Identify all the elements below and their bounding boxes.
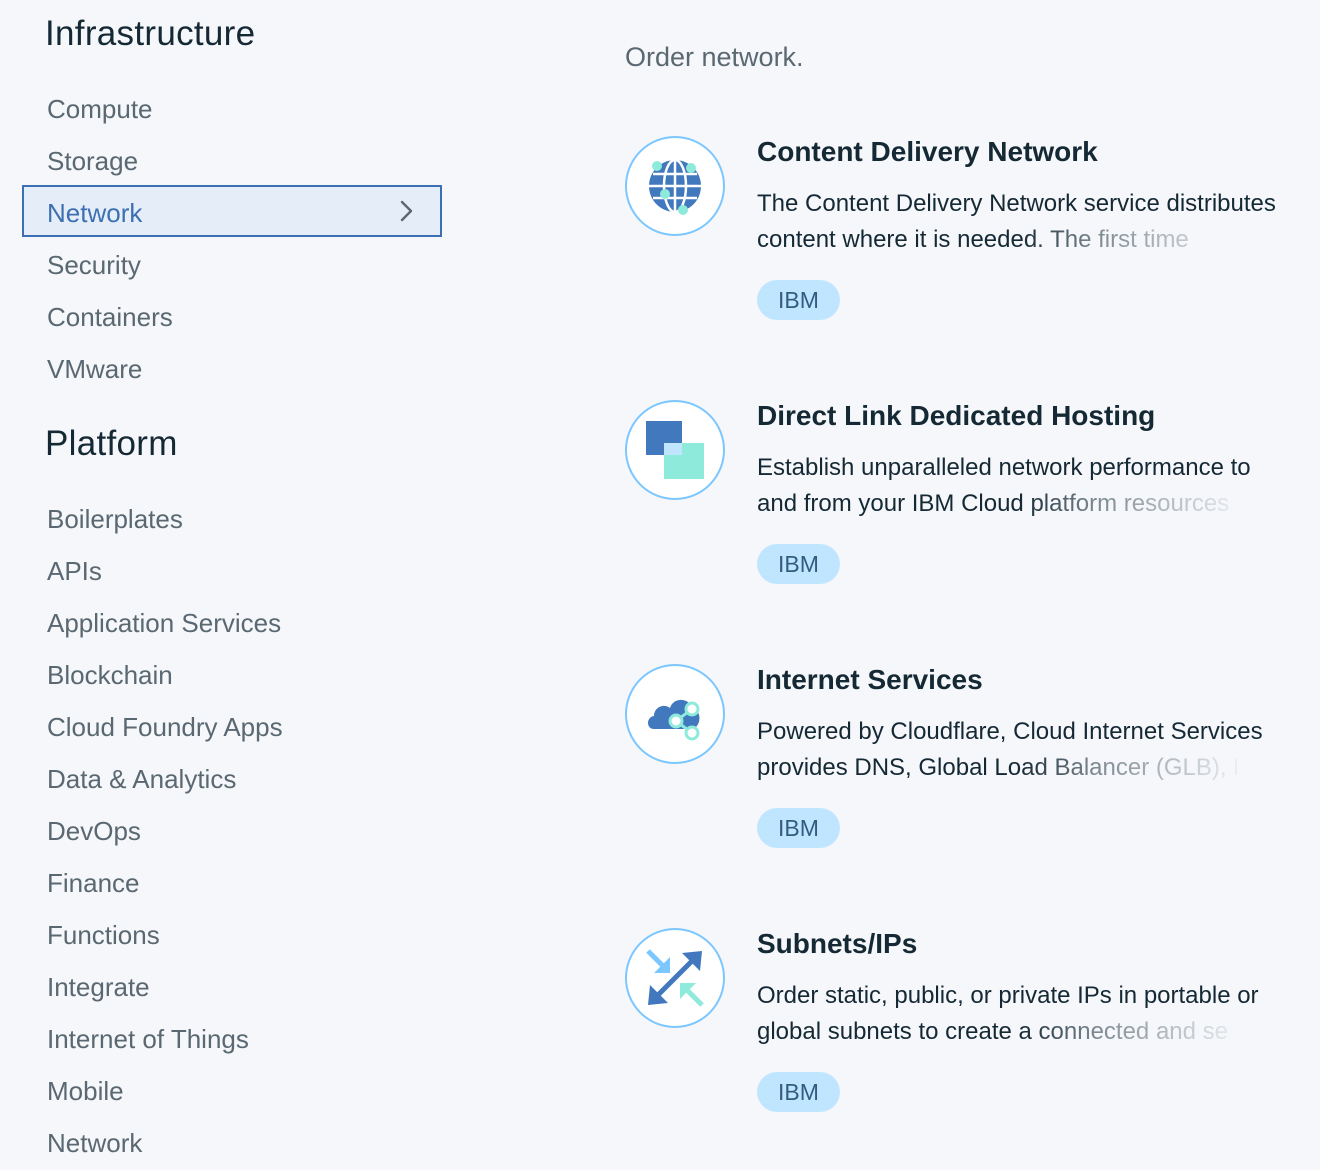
card-description-line: Establish unparalleled network performan… <box>757 454 1251 481</box>
card-description-line: Powered by Cloudflare, Cloud Internet Se… <box>757 718 1263 745</box>
service-list: Order network. Content Delivery Network <box>625 0 1320 1170</box>
card-title: Content Delivery Network <box>757 136 1098 167</box>
service-card-cdn[interactable]: Content Delivery Network The Content Del… <box>625 136 1320 366</box>
card-title: Direct Link Dedicated Hosting <box>757 400 1156 431</box>
card-title: Internet Services <box>757 664 983 695</box>
sidebar-item-boilerplates[interactable]: Boilerplates <box>22 491 442 543</box>
catalog-page: Infrastructure Compute Storage Network S… <box>0 0 1320 1170</box>
card-description: The Content Delivery Network service dis… <box>757 186 1297 266</box>
card-description-line: content where it is needed. The first ti… <box>757 222 1237 258</box>
sidebar-item-platform-network[interactable]: Network <box>22 1115 442 1167</box>
sidebar-item-data-analytics[interactable]: Data & Analytics <box>22 751 442 803</box>
category-sidebar: Infrastructure Compute Storage Network S… <box>0 0 460 1170</box>
sidebar-item-compute[interactable]: Compute <box>22 81 442 133</box>
provider-tag: IBM <box>757 808 840 848</box>
card-description-line: global subnets to create a connected and… <box>757 1014 1237 1050</box>
card-description: Order static, public, or private IPs in … <box>757 978 1297 1058</box>
sidebar-item-security[interactable]: Security <box>22 237 442 289</box>
sidebar-item-devops[interactable]: DevOps <box>22 803 442 855</box>
sidebar-item-application-services[interactable]: Application Services <box>22 595 442 647</box>
sidebar-item-functions[interactable]: Functions <box>22 907 442 959</box>
service-card-internet-services[interactable]: Internet Services Powered by Cloudflare,… <box>625 664 1320 894</box>
provider-tag: IBM <box>757 544 840 584</box>
sidebar-item-blockchain[interactable]: Blockchain <box>22 647 442 699</box>
page-title: Order network. <box>625 42 804 72</box>
globe-icon <box>625 136 725 236</box>
service-card-direct-link[interactable]: Direct Link Dedicated Hosting Establish … <box>625 400 1320 630</box>
direct-link-icon <box>625 400 725 500</box>
card-description-line: The Content Delivery Network service dis… <box>757 190 1276 217</box>
cloud-share-icon <box>625 664 725 764</box>
card-description: Powered by Cloudflare, Cloud Internet Se… <box>757 714 1297 794</box>
card-description-line: and from your IBM Cloud platform resourc… <box>757 486 1237 522</box>
card-title: Subnets/IPs <box>757 928 918 959</box>
sidebar-item-label: Network <box>47 198 143 228</box>
platform-heading: Platform <box>45 424 178 463</box>
sidebar-item-network[interactable]: Network <box>22 185 442 237</box>
card-description-line: Order static, public, or private IPs in … <box>757 982 1259 1009</box>
sidebar-item-storage[interactable]: Storage <box>22 133 442 185</box>
sidebar-item-integrate[interactable]: Integrate <box>22 959 442 1011</box>
sidebar-item-finance[interactable]: Finance <box>22 855 442 907</box>
sidebar-item-containers[interactable]: Containers <box>22 289 442 341</box>
service-card-subnets[interactable]: Subnets/IPs Order static, public, or pri… <box>625 928 1320 1158</box>
arrows-exchange-icon <box>625 928 725 1028</box>
sidebar-item-apis[interactable]: APIs <box>22 543 442 595</box>
chevron-right-icon <box>400 200 413 222</box>
sidebar-item-vmware[interactable]: VMware <box>22 341 442 393</box>
card-description-line: provides DNS, Global Load Balancer (GLB)… <box>757 750 1251 786</box>
infrastructure-heading: Infrastructure <box>45 14 256 53</box>
provider-tag: IBM <box>757 280 840 320</box>
sidebar-item-mobile[interactable]: Mobile <box>22 1063 442 1115</box>
sidebar-item-internet-of-things[interactable]: Internet of Things <box>22 1011 442 1063</box>
provider-tag: IBM <box>757 1072 840 1112</box>
card-description: Establish unparalleled network performan… <box>757 450 1297 530</box>
sidebar-item-cloud-foundry-apps[interactable]: Cloud Foundry Apps <box>22 699 442 751</box>
